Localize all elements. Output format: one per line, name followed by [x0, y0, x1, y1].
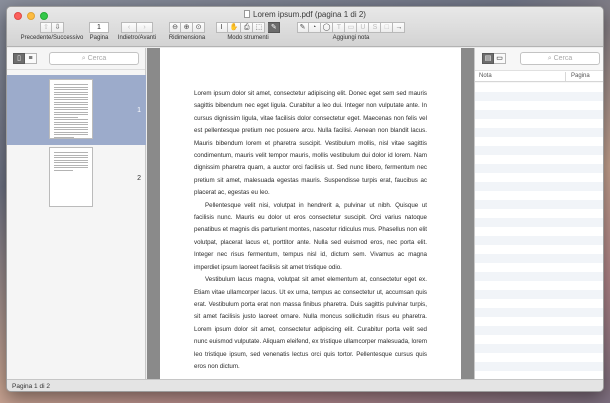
thumbnails-view-button[interactable]: ▯ [13, 53, 25, 64]
up-arrow-icon: ⇧ [43, 24, 49, 31]
notes-search-input[interactable]: ⌕ Cerca [520, 52, 600, 65]
zoom-in-button[interactable]: ⊕ [181, 22, 193, 33]
thumbnail-image [49, 79, 93, 139]
search-icon: ⌕ [547, 55, 552, 62]
document-canvas[interactable]: Lorem ipsum dolor sit amet, consectetur … [147, 48, 474, 379]
search-icon: ⌕ [81, 55, 86, 62]
thumbnail-page-1[interactable]: 1 [7, 75, 146, 145]
next-page-button[interactable]: ⇩ [52, 22, 64, 33]
window-title-text: Lorem ipsum.pdf (pagina 1 di 2) [253, 10, 366, 19]
document-icon [244, 10, 251, 18]
underline-icon: U [360, 24, 366, 31]
thumbnail-sidebar: ▯ ≡ ⌕ Cerca 1 2 [7, 48, 146, 379]
zoom-out-button[interactable]: ⊖ [169, 22, 181, 33]
notes-list [475, 83, 603, 379]
column-page[interactable]: Pagina [571, 71, 590, 82]
back-button[interactable]: ‹ [121, 22, 137, 33]
thumbnail-search-input[interactable]: ⌕ Cerca [49, 52, 139, 65]
add-note-group: ✎ ◔ ◯ T ▭ U S □ → Aggiungi nota [289, 22, 413, 41]
paragraph-1: Lorem ipsum dolor sit amet, consectetur … [194, 90, 427, 197]
notes-sidebar: ▤ ▭ ⌕ Cerca Nota Pagina [474, 48, 603, 379]
thumbnail-page-2[interactable]: 2 [7, 145, 146, 215]
notes-grid-button[interactable]: ▭ [494, 53, 506, 64]
zoom-fit-button[interactable]: ⊙ [193, 22, 205, 33]
comment-icon: ◯ [322, 24, 331, 31]
window-title: Lorem ipsum.pdf (pagina 1 di 2) [7, 10, 603, 19]
note-icon: ◔ [311, 24, 317, 31]
thumbnail-page-number: 1 [137, 107, 141, 114]
underline-button[interactable]: U [357, 22, 370, 33]
thumbnail-image [49, 147, 93, 207]
text-box-icon: ▭ [347, 24, 355, 31]
toolbar: ⇧ ⇩ Precedente/Successivo 1 Pagina ‹ › I… [7, 22, 603, 46]
zoom-fit-icon: ⊙ [195, 24, 202, 31]
page-label: Pagina [89, 35, 109, 41]
thumbnail-search-placeholder: Cerca [87, 55, 107, 62]
text-box-button[interactable]: ▭ [345, 22, 358, 33]
sidebar-view-toggle: ▯ ≡ [13, 53, 37, 64]
shape-button[interactable]: □ [381, 22, 394, 33]
text-button[interactable]: T [333, 22, 346, 33]
prev-next-group: ⇧ ⇩ Precedente/Successivo [19, 22, 85, 41]
highlight-icon: ✎ [299, 24, 306, 31]
back-icon: ‹ [127, 24, 131, 31]
list-view-button[interactable]: ≡ [25, 53, 37, 64]
back-forward-group: ‹ › Indietro/Avanti [115, 22, 159, 41]
hand-icon: ✋ [229, 24, 239, 31]
back-forward-label: Indietro/Avanti [117, 35, 157, 41]
add-note-label: Aggiungi nota [332, 35, 370, 41]
notes-view-toggle: ▤ ▭ [482, 53, 506, 64]
arrow-button[interactable]: → [393, 22, 406, 33]
notes-list-button[interactable]: ▤ [482, 53, 494, 64]
arrow-icon: → [395, 24, 403, 31]
status-text: Pagina 1 di 2 [12, 383, 50, 390]
status-bar: Pagina 1 di 2 [7, 379, 603, 391]
forward-icon: › [143, 24, 146, 31]
paragraph-2: Pellentesque velit nisi, volutpat in hen… [194, 201, 427, 271]
hand-tool-button[interactable]: ✋ [227, 22, 242, 33]
strike-icon: S [372, 24, 378, 31]
zoom-label: Ridimensiona [168, 35, 206, 41]
strikethrough-button[interactable]: S [369, 22, 382, 33]
pdf-page: Lorem ipsum dolor sit amet, consectetur … [160, 48, 461, 379]
rect-selection-button[interactable]: ⬚ [253, 22, 266, 33]
annotate-tool-button[interactable]: ✎ [268, 22, 281, 33]
notes-search-placeholder: Cerca [553, 55, 573, 62]
notes-table-header: Nota Pagina [475, 70, 603, 82]
preview-window: Lorem ipsum.pdf (pagina 1 di 2) ⇧ ⇩ Prec… [6, 6, 604, 392]
shape-icon: □ [384, 24, 390, 31]
previous-page-button[interactable]: ⇧ [40, 22, 52, 33]
prev-next-label: Precedente/Successivo [20, 35, 84, 41]
note-button[interactable]: ◔ [308, 22, 321, 33]
comment-button[interactable]: ◯ [320, 22, 334, 33]
thumbnail-page-number: 2 [137, 175, 141, 182]
zoom-out-icon: ⊖ [172, 24, 178, 31]
selection-icon: ⬚ [255, 24, 263, 31]
title-bar: Lorem ipsum.pdf (pagina 1 di 2) ⇧ ⇩ Prec… [7, 7, 603, 47]
print-icon: ⎙ [244, 24, 250, 31]
text-icon: T [336, 24, 342, 31]
pen-icon: ✎ [270, 24, 277, 31]
highlight-button[interactable]: ✎ [296, 22, 309, 33]
print-button[interactable]: ⎙ [241, 22, 254, 33]
forward-button[interactable]: › [137, 22, 153, 33]
tool-mode-group: Ⅰ ✋ ⎙ ⬚ ✎ Modo strumenti [215, 22, 281, 41]
thumbnail-sidebar-header: ▯ ≡ ⌕ Cerca [7, 48, 145, 70]
column-note[interactable]: Nota [479, 71, 492, 82]
zoom-in-icon: ⊕ [183, 24, 190, 31]
text-select-button[interactable]: Ⅰ [215, 22, 228, 33]
zoom-group: ⊖ ⊕ ⊙ Ridimensiona [162, 22, 212, 41]
tool-mode-label: Modo strumenti [227, 35, 269, 41]
page-number-field[interactable]: 1 [89, 22, 109, 33]
paragraph-3: Vestibulum lacus magna, volutpat sit ame… [194, 276, 427, 370]
page-group: 1 Pagina [87, 22, 111, 41]
down-arrow-icon: ⇩ [54, 24, 61, 31]
text-select-icon: Ⅰ [220, 24, 223, 31]
